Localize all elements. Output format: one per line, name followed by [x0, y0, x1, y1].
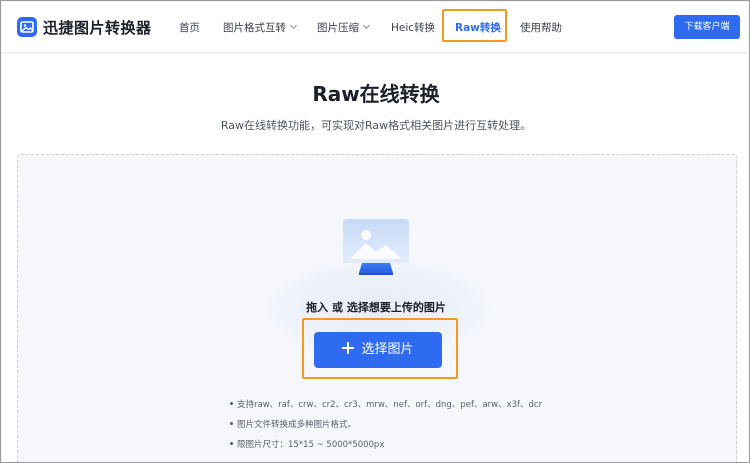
chevron-down-icon: [362, 21, 371, 30]
app-window: 迅捷图片转换器 首页 图片格式互转 图片压缩 Heic转换 Raw转换 使用帮助…: [0, 0, 750, 463]
nav-item-label: 图片压缩: [317, 22, 359, 34]
app-name[interactable]: 迅捷图片转换器: [43, 17, 152, 38]
info-text: 限图片尺寸：15*15 ~ 5000*5000px: [237, 440, 385, 450]
nav-item-label: Heic转换: [391, 22, 436, 34]
bullet-icon: [230, 422, 233, 425]
nav-item-help[interactable]: 使用帮助: [520, 20, 562, 35]
info-text: 图片文件转换成多种图片格式。: [237, 420, 357, 430]
nav-item-label: 使用帮助: [520, 22, 562, 34]
nav-highlight-frame: [442, 9, 507, 42]
nav-item-label: 首页: [179, 22, 200, 34]
drop-hint-text: 拖入 或 选择想要上传的图片: [306, 301, 446, 314]
image-logo-icon[interactable]: [17, 17, 37, 37]
info-supported-formats: 支持raw、raf、crw、cr2、cr3、mrw、nef、orf、dng、pe…: [230, 398, 542, 410]
select-image-label: 选择图片: [361, 342, 414, 357]
nav-item-home[interactable]: 首页: [179, 20, 200, 35]
info-size-limit: 限图片尺寸：15*15 ~ 5000*5000px: [230, 438, 384, 450]
page-subtitle: Raw在线转换功能，可实现对Raw格式相关图片进行互转处理。: [220, 119, 532, 132]
top-navbar: 迅捷图片转换器 首页 图片格式互转 图片压缩 Heic转换 Raw转换 使用帮助…: [2, 2, 749, 53]
download-client-button[interactable]: 下载客户端: [674, 15, 740, 39]
bullet-icon: [230, 442, 233, 445]
nav-item-label: 图片格式互转: [223, 22, 286, 34]
chevron-down-icon: [289, 21, 298, 30]
info-convert-note: 图片文件转换成多种图片格式。: [230, 418, 356, 430]
nav-item-format-convert[interactable]: 图片格式互转: [223, 20, 298, 35]
image-upload-illustration-icon: [343, 219, 409, 275]
plus-icon: [342, 342, 355, 354]
info-text: 支持raw、raf、crw、cr2、cr3、mrw、nef、orf、dng、pe…: [237, 400, 543, 410]
nav-item-heic[interactable]: Heic转换: [391, 20, 435, 35]
page-title: Raw在线转换: [312, 82, 440, 106]
select-image-button[interactable]: 选择图片: [314, 332, 442, 368]
bullet-icon: [230, 402, 233, 405]
nav-item-compress[interactable]: 图片压缩: [317, 20, 371, 35]
